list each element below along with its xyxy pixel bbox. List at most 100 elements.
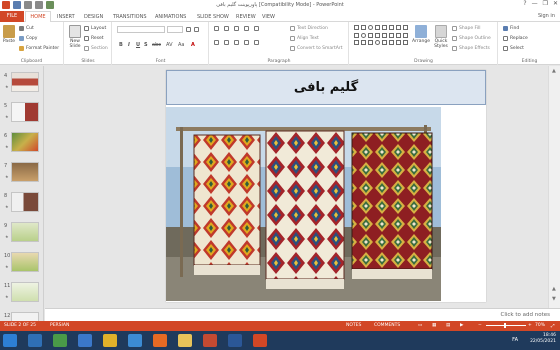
font-name-dropdown[interactable] [117,26,165,33]
shape-icon[interactable] [375,32,380,38]
slide-thumbnail[interactable]: 5 ★ [2,102,42,130]
clock-date[interactable]: 22/05/2021 [530,339,556,345]
shape-icon[interactable] [354,32,359,38]
slide-thumbnail[interactable]: 11 ★ [2,282,42,310]
shape-icon[interactable] [368,25,373,30]
media-player-icon[interactable] [53,334,67,347]
internet-explorer-icon[interactable] [78,334,92,347]
columns-button[interactable] [254,40,259,45]
align-text-button[interactable]: Align Text [290,36,319,41]
shape-icon[interactable] [389,40,394,46]
kilim-rugs-photo[interactable] [166,107,441,301]
grow-font-button[interactable] [186,27,191,32]
slide-thumbnail[interactable]: 7 ★ [2,162,42,190]
shape-icon[interactable] [382,32,387,38]
file-explorer-icon[interactable] [178,334,192,347]
underline-button[interactable]: U [136,42,140,48]
char-spacing-button[interactable]: AV [166,42,173,48]
replace-button[interactable]: Replace [503,36,528,41]
notes-pane[interactable]: Click to add notes [45,308,560,321]
shape-icon[interactable] [403,25,408,30]
change-case-button[interactable]: Aa [178,42,184,48]
copy-button[interactable]: Copy [19,36,37,41]
paste-button[interactable]: Paste [2,25,16,44]
shapes-gallery[interactable] [354,25,408,47]
align-right-button[interactable] [234,40,239,45]
reading-view-icon[interactable]: ▤ [446,323,450,328]
strikethrough-button[interactable]: abc [152,42,161,48]
slide-thumbnail[interactable]: 4 ★ [2,72,42,100]
sign-in-link[interactable]: Sign in [538,13,555,19]
telegram-icon[interactable] [28,334,42,347]
start-icon[interactable] [3,334,17,347]
vertical-scrollbar[interactable]: ▲ ▲ ▼ [548,66,560,308]
slide-thumbnail[interactable]: 8 ★ [2,192,42,220]
slide-title[interactable]: گلیم بافی [166,70,486,105]
shape-icon[interactable] [382,40,387,46]
shape-icon[interactable] [396,40,401,46]
shape-icon[interactable] [361,32,366,38]
section-button[interactable]: Section [84,46,108,51]
minimize-button[interactable]: — [532,0,538,7]
prev-slide-icon[interactable]: ▲ [552,286,556,292]
zoom-out-icon[interactable]: − [478,323,482,328]
tab-transitions[interactable]: TRANSITIONS [113,12,147,22]
shape-icon[interactable] [375,40,380,46]
word-icon[interactable] [228,334,242,347]
next-slide-icon[interactable]: ▼ [552,296,556,302]
shape-icon[interactable] [375,25,380,30]
shape-icon[interactable] [361,40,366,46]
close-button[interactable]: ✕ [553,0,558,7]
format-painter-button[interactable]: Format Painter [19,46,59,51]
shadow-button[interactable]: S [144,42,148,48]
tab-view[interactable]: VIEW [262,12,275,22]
tab-design[interactable]: DESIGN [84,12,103,22]
arrange-button[interactable]: Arrange [412,25,430,44]
shape-icon[interactable] [396,25,401,30]
decrease-indent-button[interactable] [234,26,239,31]
zoom-level[interactable]: 70% [535,323,545,328]
shape-fill-button[interactable]: Shape Fill [452,26,481,31]
shape-icon[interactable] [354,25,359,30]
powerpoint-taskbar-icon[interactable] [253,334,267,347]
layout-button[interactable]: Layout [84,26,106,31]
zoom-slider-thumb[interactable] [504,323,506,328]
comments-toggle[interactable]: COMMENTS [374,323,400,328]
tab-insert[interactable]: INSERT [57,12,75,22]
tab-animations[interactable]: ANIMATIONS [155,12,186,22]
font-color-button[interactable]: A [191,42,195,48]
slideshow-view-icon[interactable]: ▶ [460,323,463,328]
tab-slide-show[interactable]: SLIDE SHOW [197,12,229,22]
find-button[interactable]: Find [503,26,519,31]
bold-button[interactable]: B [119,42,123,48]
skype-icon[interactable] [128,334,142,347]
cut-button[interactable]: Cut [19,26,34,31]
shape-icon[interactable] [396,32,401,38]
slide-thumbnails-panel[interactable]: 4 ★ 5 ★ 6 ★ 7 ★ 8 ★ 9 ★ 10 ★ 11 ★ 12 [0,66,44,321]
winrar-icon[interactable] [203,334,217,347]
align-center-button[interactable] [224,40,229,45]
align-left-button[interactable] [214,40,219,45]
shape-icon[interactable] [368,32,373,38]
slide-thumbnail[interactable]: 6 ★ [2,132,42,160]
restore-button[interactable]: ❐ [543,0,548,7]
shape-icon[interactable] [389,32,394,38]
slide-sorter-icon[interactable]: ▦ [432,323,436,328]
shape-icon[interactable] [354,40,359,46]
firefox-icon[interactable] [153,334,167,347]
shape-icon[interactable] [403,32,408,38]
shape-icon[interactable] [389,25,394,30]
shrink-font-button[interactable] [194,27,199,32]
quick-styles-button[interactable]: Quick Styles [433,25,449,49]
slide-thumbnail[interactable]: 12 [2,312,42,321]
shape-icon[interactable] [403,40,408,46]
slide-thumbnail[interactable]: 9 ★ [2,222,42,250]
reset-button[interactable]: Reset [84,36,104,41]
shape-outline-button[interactable]: Shape Outline [452,36,491,41]
language-indicator[interactable]: PERSIAN [50,323,69,328]
current-slide[interactable]: گلیم بافی [166,70,486,302]
italic-button[interactable]: I [128,42,130,48]
convert-smartart-button[interactable]: Convert to SmartArt [290,46,342,51]
notes-toggle[interactable]: NOTES [346,323,361,328]
chrome-icon[interactable] [103,334,117,347]
